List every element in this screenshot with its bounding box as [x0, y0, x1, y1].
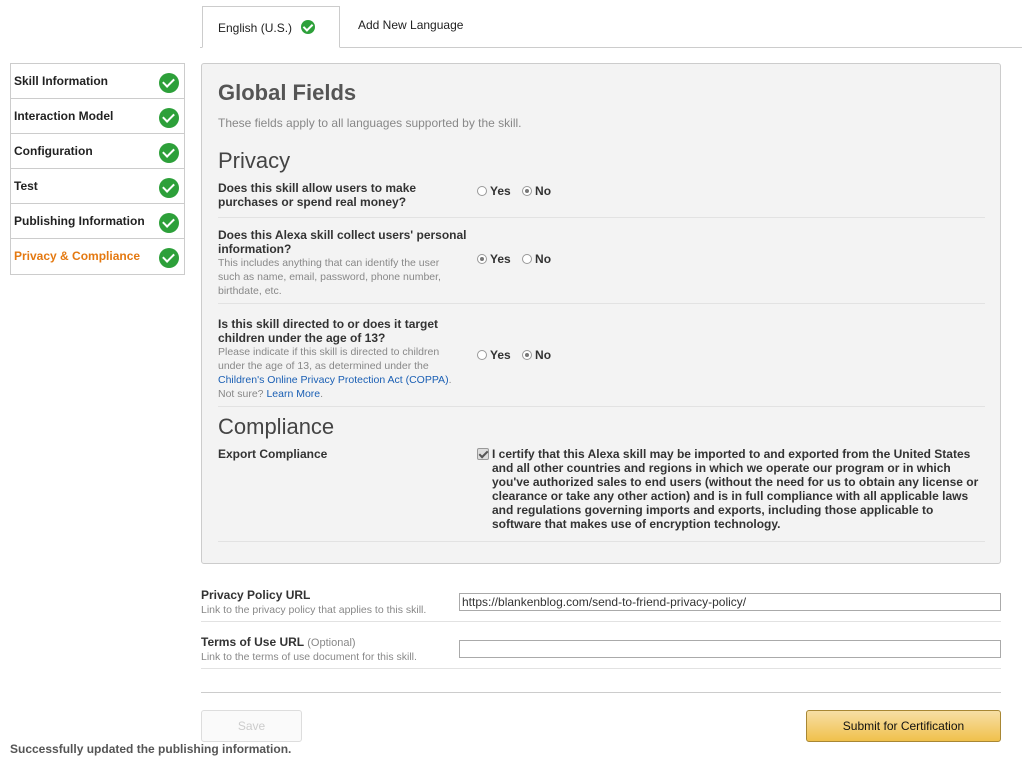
personal-info-no-radio[interactable]	[522, 254, 533, 264]
sidebar-item-label: Configuration	[14, 144, 93, 158]
question-hint: Please indicate if this skill is directe…	[218, 346, 440, 358]
footer-divider	[201, 692, 1001, 693]
sidebar-item-privacy-compliance[interactable]: Privacy & Compliance	[11, 239, 184, 274]
sidebar-nav: Skill Information Interaction Model Conf…	[10, 63, 185, 275]
submit-for-certification-button[interactable]: Submit for Certification	[806, 710, 1001, 742]
terms-of-use-url-hint: Link to the terms of use document for th…	[201, 651, 417, 663]
terms-of-use-url-input[interactable]	[459, 640, 1001, 658]
sidebar-item-label: Interaction Model	[14, 109, 114, 123]
tab-english-us[interactable]: English (U.S.)	[202, 6, 340, 48]
sidebar-item-skill-information[interactable]: Skill Information	[11, 64, 184, 99]
sidebar-item-publishing-information[interactable]: Publishing Information	[11, 204, 184, 239]
optional-tag: (Optional)	[307, 637, 356, 649]
cert-line: and all other countries and regions in w…	[492, 461, 951, 475]
children-yes-radio[interactable]	[477, 350, 487, 360]
row-divider	[201, 621, 1001, 622]
row-divider	[218, 406, 985, 407]
panel-subtitle: These fields apply to all languages supp…	[218, 116, 522, 130]
radio-label: No	[535, 348, 552, 362]
check-circle-icon	[301, 20, 315, 34]
compliance-heading: Compliance	[218, 414, 335, 439]
radio-label: Yes	[490, 348, 511, 362]
radio-label: Yes	[490, 184, 511, 198]
sidebar-item-test[interactable]: Test	[11, 169, 184, 204]
question-hint: such as name, email, password, phone num…	[218, 271, 441, 283]
cert-line: I certify that this Alexa skill may be i…	[492, 447, 971, 461]
question-line: information?	[218, 242, 292, 256]
row-divider	[218, 217, 985, 218]
sidebar-item-label: Publishing Information	[14, 214, 145, 228]
question-line: children under the age of 13?	[218, 331, 386, 345]
personal-info-radio-group: Yes No	[477, 252, 559, 266]
row-divider	[218, 541, 985, 542]
purchases-radio-group: Yes No	[477, 184, 559, 198]
question-hint: under the age of 13, as determined under…	[218, 360, 429, 372]
tab-add-new-language[interactable]: Add New Language	[358, 18, 463, 32]
learn-more-link[interactable]: Learn More	[266, 388, 320, 400]
check-circle-icon	[159, 73, 179, 93]
children-no-radio[interactable]	[522, 350, 533, 360]
certification-text: I certify that this Alexa skill may be i…	[492, 447, 982, 531]
question-hint: birthdate, etc.	[218, 285, 282, 297]
export-compliance-label: Export Compliance	[218, 447, 328, 461]
question-children: Is this skill directed to or does it tar…	[218, 317, 451, 401]
hint-punctuation: .	[448, 374, 452, 386]
check-circle-icon	[159, 178, 179, 198]
check-circle-icon	[159, 213, 179, 233]
terms-of-use-url-label: Terms of Use URL (Optional)	[201, 635, 356, 649]
check-circle-icon	[159, 143, 179, 163]
question-line: Does this Alexa skill collect users' per…	[218, 228, 467, 242]
tab-english-us-label: English (U.S.)	[218, 21, 293, 35]
sidebar-item-label: Test	[14, 179, 38, 193]
question-line: purchases or spend real money?	[218, 195, 407, 209]
question-hint: Children's Online Privacy Protection Act…	[218, 373, 451, 387]
sidebar-item-configuration[interactable]: Configuration	[11, 134, 184, 169]
question-line: Does this skill allow users to make	[218, 181, 417, 195]
save-button[interactable]: Save	[201, 710, 302, 742]
question-personal-info: Does this Alexa skill collect users' per…	[218, 228, 467, 298]
privacy-policy-url-label: Privacy Policy URL	[201, 588, 311, 602]
personal-info-yes-radio[interactable]	[477, 254, 487, 264]
privacy-policy-url-input[interactable]	[459, 593, 1001, 611]
sidebar-item-label: Privacy & Compliance	[14, 249, 141, 263]
purchases-yes-radio[interactable]	[477, 186, 487, 196]
cert-line: you've authorized sales to end users (wi…	[492, 475, 979, 489]
export-compliance-checkbox[interactable]	[477, 448, 489, 460]
question-purchases: Does this skill allow users to make purc…	[218, 181, 416, 209]
question-hint: This includes anything that can identify…	[218, 257, 440, 269]
radio-label: Yes	[490, 252, 511, 266]
check-circle-icon	[159, 248, 179, 268]
privacy-policy-url-hint: Link to the privacy policy that applies …	[201, 604, 427, 616]
sidebar-item-interaction-model[interactable]: Interaction Model	[11, 99, 184, 134]
purchases-no-radio[interactable]	[522, 186, 533, 196]
cert-line: software that makes use of encryption te…	[492, 517, 781, 531]
question-line: Is this skill directed to or does it tar…	[218, 317, 439, 331]
hint-punctuation: .	[320, 388, 324, 400]
radio-label: No	[535, 184, 552, 198]
cert-line: clearance or take any other action) and …	[492, 489, 969, 503]
sidebar-item-label: Skill Information	[14, 74, 109, 88]
global-fields-panel: Global Fields These fields apply to all …	[201, 63, 1001, 564]
status-message: Successfully updated the publishing info…	[10, 742, 292, 756]
radio-label: No	[535, 252, 552, 266]
children-radio-group: Yes No	[477, 348, 559, 362]
panel-title: Global Fields	[218, 80, 357, 105]
row-divider	[201, 668, 1001, 669]
row-divider	[218, 303, 985, 304]
not-sure-text: Not sure?	[218, 388, 264, 400]
cert-line: and regulations governing imports and ex…	[492, 503, 934, 517]
coppa-link[interactable]: Children's Online Privacy Protection Act…	[218, 374, 449, 386]
check-circle-icon	[159, 108, 179, 128]
terms-label-text: Terms of Use URL	[201, 635, 304, 649]
question-hint: Not sure? Learn More.	[218, 387, 451, 401]
privacy-heading: Privacy	[218, 148, 291, 173]
